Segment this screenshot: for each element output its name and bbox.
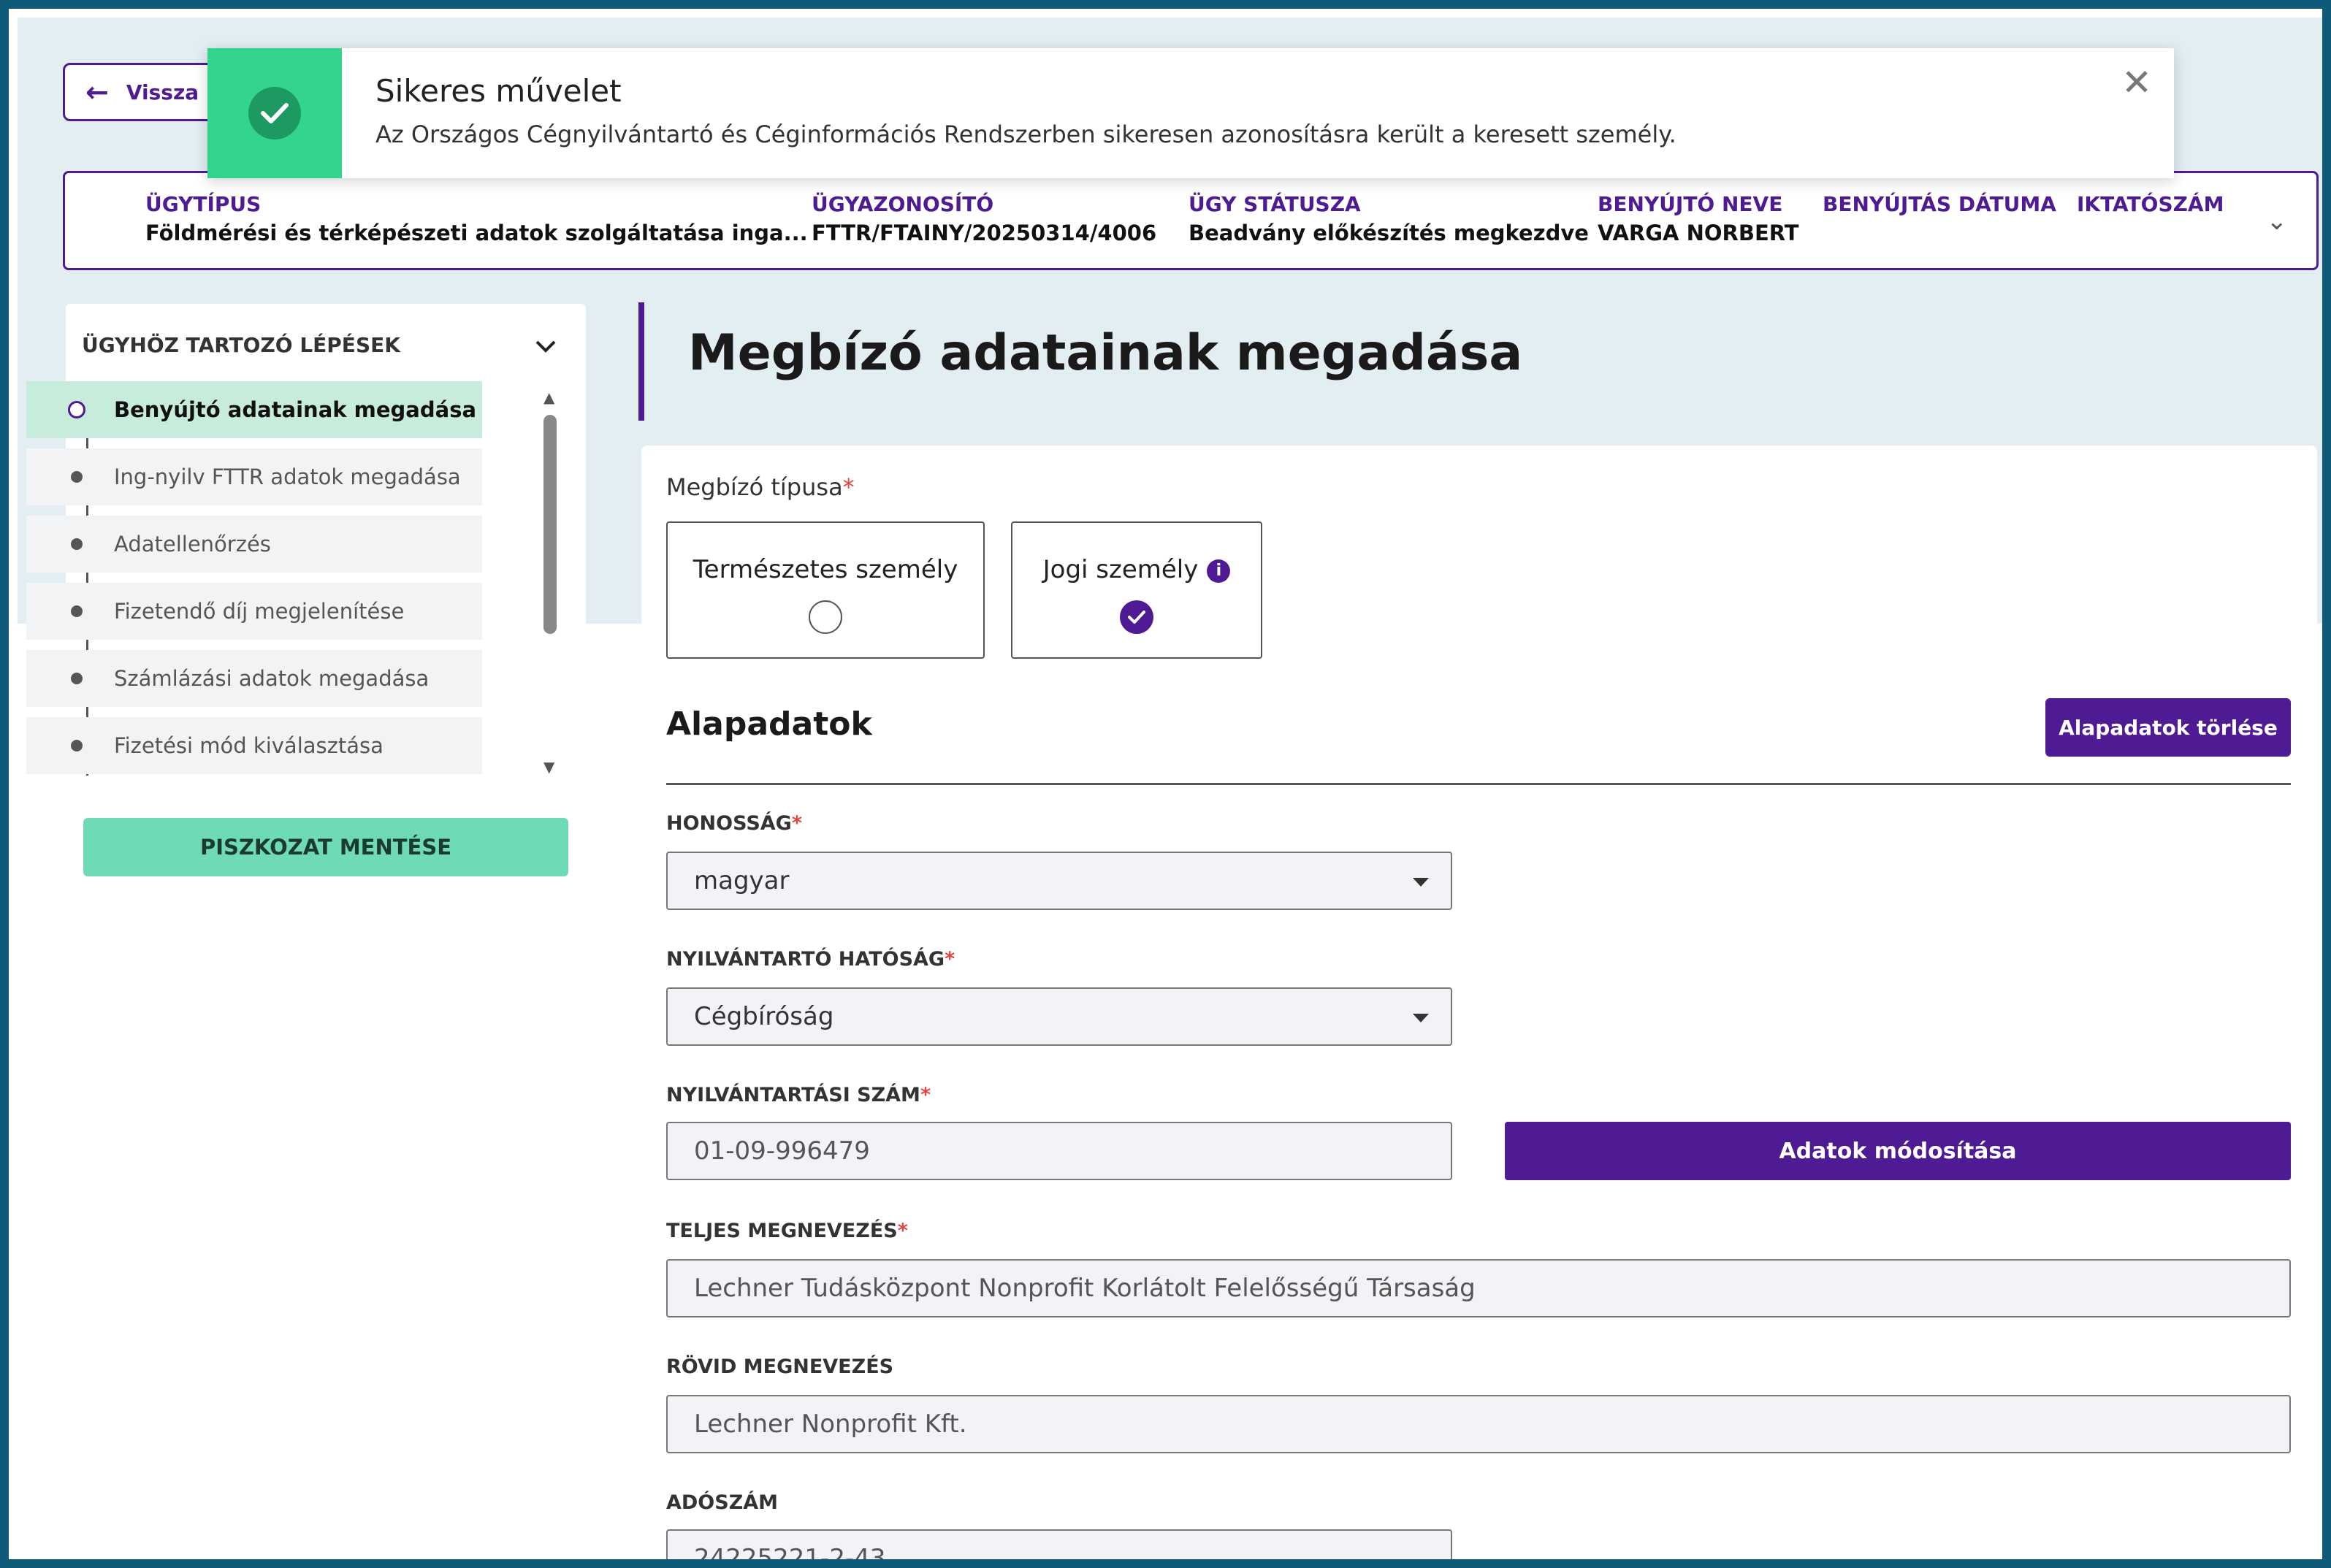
step-dot-icon bbox=[71, 673, 83, 684]
chevron-down-icon[interactable]: ⌄ bbox=[2267, 207, 2288, 236]
step-dot-icon bbox=[68, 401, 85, 418]
short-name-input[interactable]: Lechner Nonprofit Kft. bbox=[666, 1395, 2291, 1453]
page-title: Megbízó adatainak megadása bbox=[688, 324, 1523, 382]
close-icon[interactable]: ✕ bbox=[2121, 61, 2152, 104]
step-data-check[interactable]: Adatellenőrzés bbox=[26, 516, 482, 573]
check-circle-icon bbox=[248, 87, 301, 139]
step-payment-method[interactable]: Fizetési mód kiválasztása bbox=[26, 717, 482, 774]
step-dot-icon bbox=[71, 471, 83, 483]
caret-down-icon bbox=[1413, 878, 1429, 887]
caret-down-icon bbox=[1413, 1014, 1429, 1022]
step-dot-icon bbox=[71, 740, 83, 752]
full-name-label: TELJES MEGNEVEZÉS* bbox=[666, 1220, 908, 1242]
nationality-label: HONOSSÁG* bbox=[666, 812, 802, 835]
toast-message: Az Országos Cégnyilvántartó és Céginform… bbox=[375, 121, 1676, 148]
client-type-legal-person[interactable]: Jogi személy i bbox=[1011, 521, 1262, 659]
scroll-thumb[interactable] bbox=[543, 415, 557, 634]
case-field-id: ÜGYAZONOSÍTÓ FTTR/FTAINY/20250314/4006 bbox=[812, 192, 1157, 245]
short-name-label: RÖVID MEGNEVEZÉS bbox=[666, 1355, 894, 1378]
registry-number-input[interactable]: 01-09-996479 bbox=[666, 1122, 1452, 1180]
full-name-input[interactable]: Lechner Tudásközpont Nonprofit Korlátolt… bbox=[666, 1259, 2291, 1317]
toast-title: Sikeres művelet bbox=[375, 73, 622, 109]
case-field-submission-date: BENYÚJTÁS DÁTUMA bbox=[1823, 192, 2056, 216]
step-dot-icon bbox=[71, 605, 83, 617]
case-field-filing-number: IKTATÓSZÁM bbox=[2077, 192, 2224, 216]
step-fttr-data[interactable]: Ing-nyilv FTTR adatok megadása bbox=[26, 448, 482, 505]
chevron-down-icon[interactable] bbox=[535, 332, 557, 359]
case-field-type: ÜGYTÍPUS Földmérési és térképészeti adat… bbox=[145, 192, 808, 245]
client-type-natural-person[interactable]: Természetes személy bbox=[666, 521, 985, 659]
step-dot-icon bbox=[71, 538, 83, 550]
steps-heading: ÜGYHÖZ TARTOZÓ LÉPÉSEK bbox=[82, 333, 400, 357]
section-divider bbox=[666, 783, 2291, 785]
section-title-basic-data: Alapadatok bbox=[666, 705, 872, 743]
nationality-select[interactable]: magyar bbox=[666, 852, 1452, 910]
app-window: ← Vissza Sikeres művelet Az Országos Cég… bbox=[0, 0, 2331, 1568]
modify-data-button[interactable]: Adatok módosítása bbox=[1505, 1122, 2291, 1180]
back-button-label: Vissza bbox=[126, 80, 199, 104]
client-type-label: Megbízó típusa* bbox=[666, 473, 855, 501]
case-info-bar: ÜGYTÍPUS Földmérési és térképészeti adat… bbox=[63, 171, 2319, 270]
steps-timeline bbox=[86, 381, 88, 776]
step-fee-display[interactable]: Fizetendő díj megjelenítése bbox=[26, 583, 482, 640]
radio-checked-icon[interactable] bbox=[1120, 600, 1153, 634]
case-field-submitter: BENYÚJTÓ NEVE VARGA NORBERT bbox=[1598, 192, 1799, 245]
toast-status-strip bbox=[207, 48, 342, 178]
step-submitter-data[interactable]: Benyújtó adatainak megadása bbox=[26, 381, 482, 438]
success-toast: Sikeres művelet Az Országos Cégnyilvánta… bbox=[207, 48, 2174, 178]
registry-authority-label: NYILVÁNTARTÓ HATÓSÁG* bbox=[666, 948, 955, 971]
tax-number-label: ADÓSZÁM bbox=[666, 1491, 779, 1514]
step-billing-data[interactable]: Számlázási adatok megadása bbox=[26, 650, 482, 707]
scroll-up-icon[interactable]: ▲ bbox=[543, 389, 554, 406]
registry-number-label: NYILVÁNTARTÁSI SZÁM* bbox=[666, 1084, 931, 1106]
title-accent-bar bbox=[638, 302, 644, 421]
case-field-status: ÜGY STÁTUSZA Beadvány előkészítés megkez… bbox=[1189, 192, 1589, 245]
clear-basic-data-button[interactable]: Alapadatok törlése bbox=[2045, 698, 2291, 757]
scroll-down-icon[interactable]: ▼ bbox=[543, 758, 554, 776]
steps-scrollbar[interactable]: ▲ ▼ bbox=[539, 389, 561, 776]
save-draft-button[interactable]: PISZKOZAT MENTÉSE bbox=[83, 818, 568, 876]
info-icon[interactable]: i bbox=[1207, 559, 1231, 583]
arrow-left-icon: ← bbox=[85, 76, 109, 108]
registry-authority-select[interactable]: Cégbíróság bbox=[666, 987, 1452, 1046]
tax-number-input[interactable]: 24225221-2-43 bbox=[666, 1529, 1452, 1559]
radio-unchecked-icon[interactable] bbox=[809, 600, 842, 634]
